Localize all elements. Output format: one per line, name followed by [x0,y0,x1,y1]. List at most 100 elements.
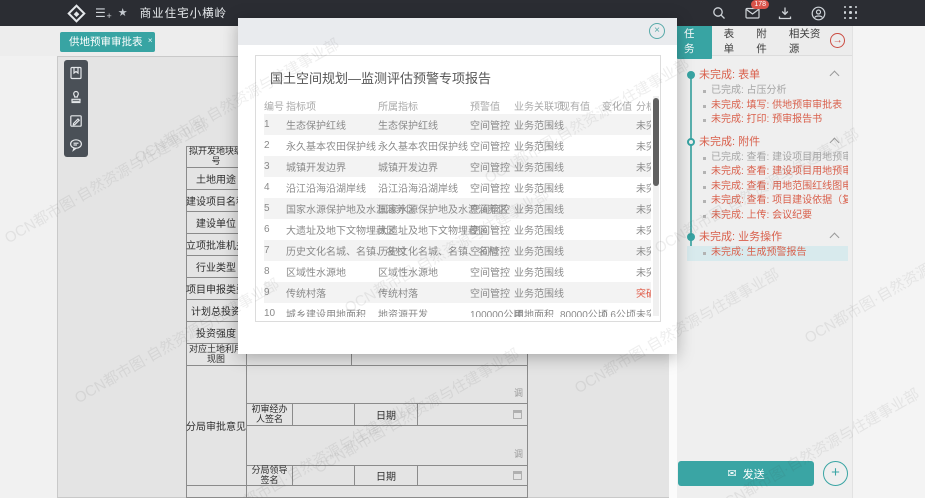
task-item[interactable]: 未完成: 查看: 项目建设依据（复印件） [687,194,848,209]
task-item[interactable]: 未完成: 查看: 建设项目用地预审申请报... [687,165,848,180]
tab-label: 供地预审审批表 [69,36,143,48]
task-section: 未完成: 业务操作未完成: 生成预警报告 [687,228,848,261]
date-label-2: 日期 [355,466,418,486]
report-table-row: 10城乡建设用地面积地资源开发100000公顷用地面积80000公顷0.6公顷未… [264,303,651,317]
report-cell: 80000公顷 [560,306,602,317]
approval-comment-field-2[interactable]: 调 [247,426,528,466]
tab-close-icon[interactable]: × [148,31,153,51]
apps-grid-icon[interactable] [843,5,859,21]
approval-comment-field-1[interactable]: 调 [247,366,528,404]
task-section-header[interactable]: 未完成: 业务操作 [699,228,848,246]
app-logo-icon[interactable] [67,4,85,22]
report-column-header: 所属指标 [378,98,470,113]
mail-icon[interactable]: 178 [744,5,760,21]
analysis-result-cell: 未突破 [636,180,651,195]
modal-header: × [238,18,677,45]
approval-section-label: 分局审批意见 [186,366,247,486]
panel-expand-arrow-icon[interactable]: → [830,33,845,48]
report-cell: 城镇开发边界 [378,159,470,174]
search-icon[interactable] [711,5,727,21]
analysis-result-cell: 未突破 [636,264,651,279]
report-table-row: 3城镇开发边界城镇开发边界空间管控业务范围线未突破 [264,156,651,177]
task-section: 未完成: 附件已完成: 查看: 建设项目用地预审申请表...未完成: 查看: 建… [687,133,848,224]
analysis-result-cell: 未突破 [636,138,651,153]
panel-tab-表单[interactable]: 表单 [724,23,745,59]
task-section-dot [687,233,695,241]
task-item[interactable]: 未完成: 填写: 供地预审审批表 [687,99,848,114]
report-container: 国土空间规划—监测评估预警专项报告 编号指标项所属指标预警值业务关联项现有值变化… [255,55,661,322]
report-cell: 地资源开发 [378,306,470,317]
report-cell: 8 [264,266,286,277]
chevron-up-icon[interactable] [830,137,840,147]
task-item[interactable]: 已完成: 查看: 建设项目用地预审申请表... [687,151,848,166]
report-cell: 2 [264,140,286,151]
task-section-dot [687,138,695,146]
add-button[interactable]: + [823,461,848,486]
report-cell: 永久基本农田保护线 [286,138,378,153]
report-cell: 业务范围线 [514,222,560,237]
analysis-result-cell: 未突破 [636,159,651,174]
task-item[interactable]: 已完成: 占压分析 [687,84,848,99]
task-item[interactable]: 未完成: 上传: 会议纪要 [687,209,848,224]
chevron-up-icon[interactable] [830,71,840,81]
report-cell: 空间管控 [470,159,514,174]
send-button[interactable]: ✉ 发送 [678,461,814,486]
favorite-star-icon[interactable]: ★ [118,8,128,19]
report-column-header: 现有值 [560,98,602,113]
right-panel: 任务表单附件相关资源→ 未完成: 表单已完成: 占压分析未完成: 填写: 供地预… [669,26,925,498]
save-book-icon[interactable] [68,65,84,81]
report-column-header: 分析结果 [636,98,651,113]
report-cell: 业务范围线 [514,243,560,258]
chevron-up-icon[interactable] [830,233,840,243]
report-cell: 业务范围线 [514,180,560,195]
report-column-header: 预警值 [470,98,514,113]
panel-tab-相关资源[interactable]: 相关资源 [789,23,830,59]
leader-sign-label: 分局领导签名 [247,466,293,486]
report-table-row: 9传统村落传统村落空间管控业务范围线突破 [264,282,651,303]
date-field-1[interactable] [418,404,528,426]
panel-tab-任务[interactable]: 任务 [677,23,712,59]
report-cell: 业务范围线 [514,264,560,279]
analysis-result-cell: 未突破 [636,201,651,216]
report-cell: 空间管控 [470,201,514,216]
report-cell: 国家水源保护地及水源涵养区 [378,201,470,216]
date-label-1: 日期 [355,404,418,426]
report-column-header: 业务关联项 [514,98,560,113]
stamp-icon[interactable] [68,89,84,105]
panel-tab-附件[interactable]: 附件 [756,23,777,59]
analysis-result-cell: 突破 [636,285,651,300]
modal-close-icon[interactable]: × [649,23,665,39]
leader-sign-field[interactable] [293,466,355,486]
reviewer-sign-field[interactable] [293,404,355,426]
report-cell: 9 [264,287,286,298]
analysis-result-cell: 未突破 [636,117,651,132]
task-item[interactable]: 未完成: 打印: 预审报告书 [687,113,848,128]
report-cell: 空间管控 [470,138,514,153]
report-cell: 业务范围线 [514,117,560,132]
report-table-row: 4沿江沿海沿湖岸线沿江沿海沿湖岸线空间管控业务范围线未突破 [264,177,651,198]
download-icon[interactable] [777,5,793,21]
report-cell: 城乡建设用地面积 [286,306,378,317]
report-table-header-row: 编号指标项所属指标预警值业务关联项现有值变化值分析结果 [264,96,651,114]
user-icon[interactable] [810,5,826,21]
comment-field-char: 调 [514,386,523,399]
report-column-header: 编号 [264,98,286,113]
task-section-header[interactable]: 未完成: 表单 [699,66,848,84]
report-column-header: 指标项 [286,98,378,113]
task-list: 未完成: 表单已完成: 占压分析未完成: 填写: 供地预审审批表未完成: 打印:… [677,56,852,456]
tab-supply-preapproval-form[interactable]: 供地预审审批表 × [60,32,155,52]
menu-add-icon[interactable]: ☰+ [95,7,106,19]
comment-icon[interactable] [68,137,84,153]
task-section-header[interactable]: 未完成: 附件 [699,133,848,151]
task-item[interactable]: 未完成: 查看: 用地范围红线图电子光盘 [687,180,848,195]
report-cell: 沿江沿海沿湖岸线 [286,180,378,195]
date-field-2[interactable] [418,466,528,486]
task-item[interactable]: 未完成: 生成预警报告 [687,246,848,261]
edit-icon[interactable] [68,113,84,129]
analysis-result-cell: 未突破 [636,222,651,237]
report-cell: 业务范围线 [514,138,560,153]
project-title: 商业住宅小横岭 [140,5,228,21]
report-cell: 历史文化名城、名镇、名村 [378,243,470,258]
modal-scrollbar-thumb[interactable] [653,98,659,186]
envelope-icon: ✉ [727,467,736,480]
